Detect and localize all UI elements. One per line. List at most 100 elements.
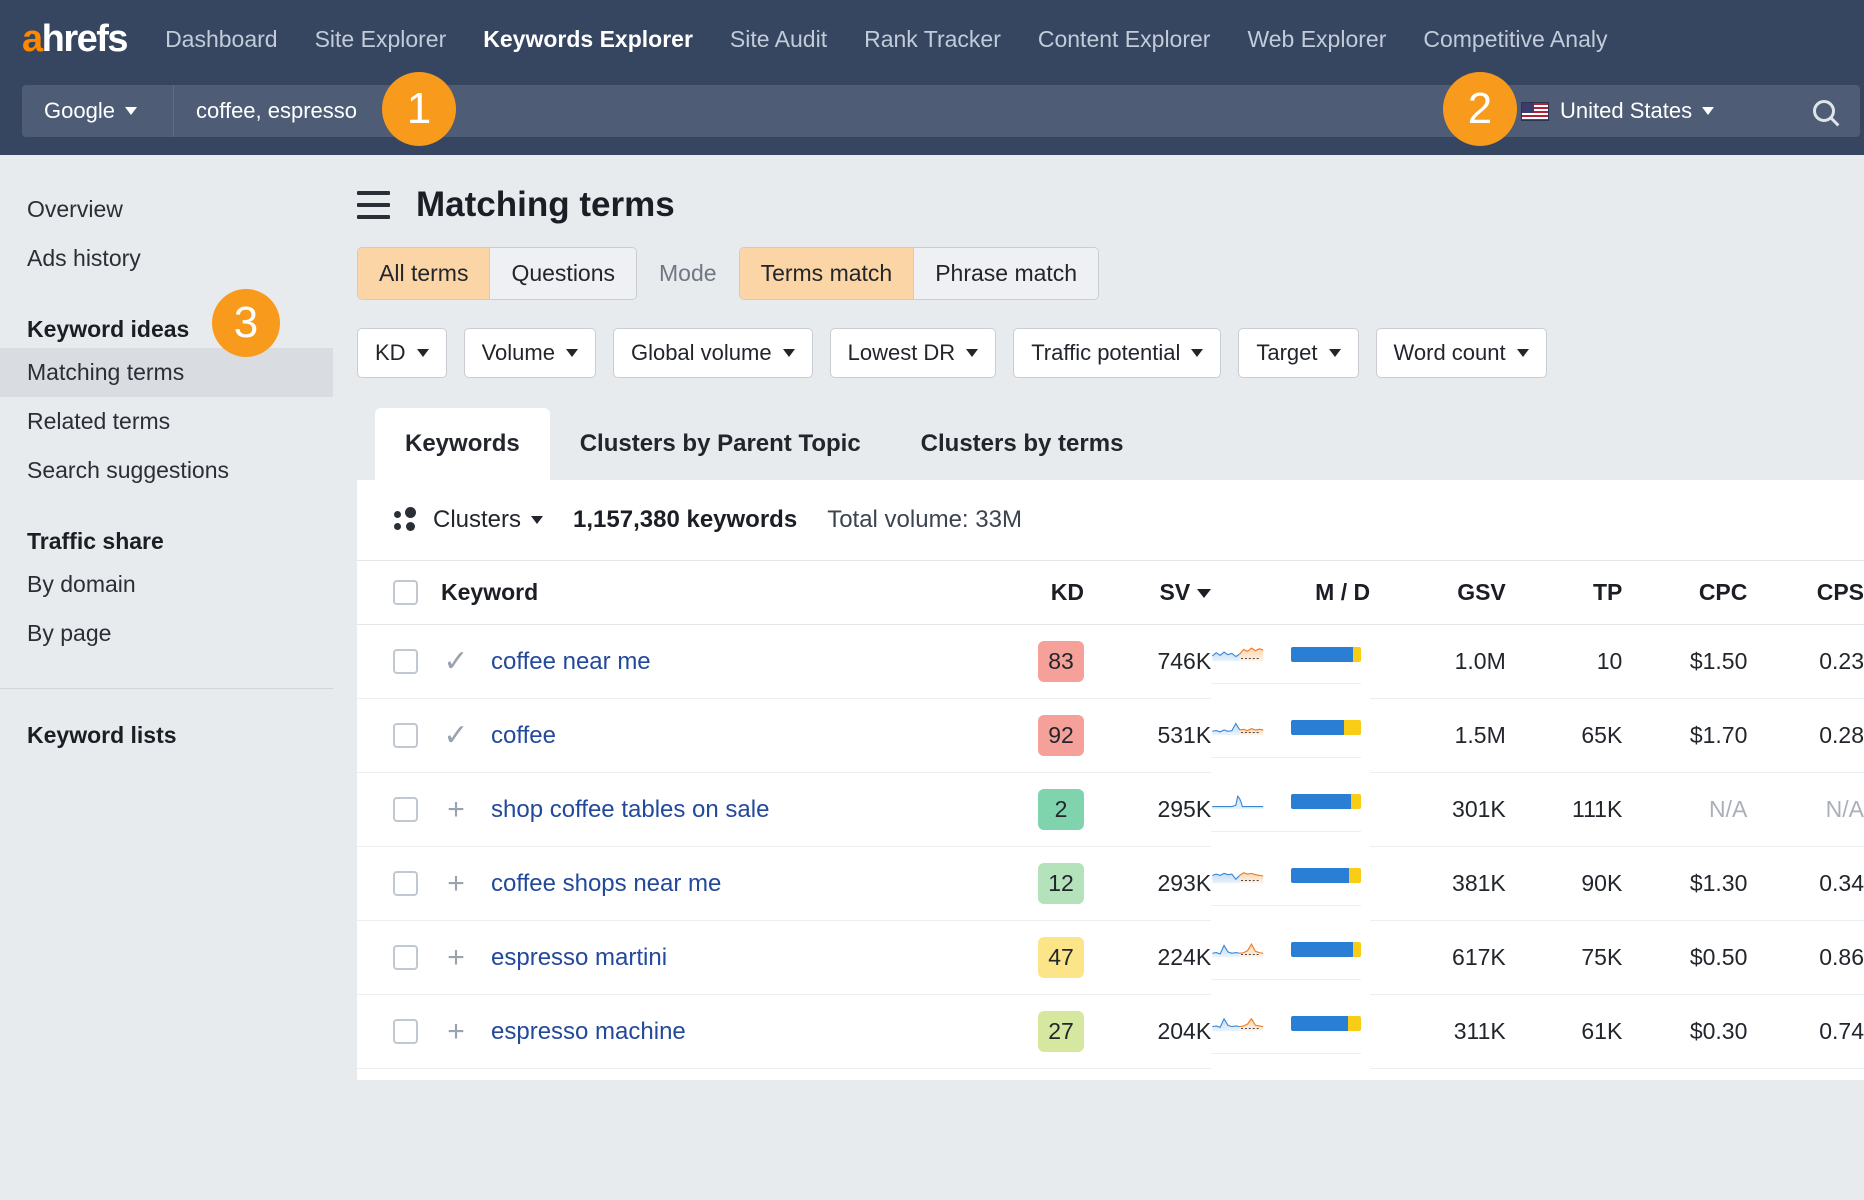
cell-md (1211, 847, 1361, 906)
sidebar-item-matching-terms[interactable]: Matching terms (0, 348, 333, 397)
keyword-link[interactable]: coffee shops near me (491, 870, 721, 898)
keyword-link[interactable]: coffee near me (491, 648, 651, 676)
column-header-kd[interactable]: KD (993, 561, 1084, 625)
ahrefs-logo[interactable]: ahrefs (22, 18, 127, 61)
cell-kd: 47 (993, 921, 1084, 995)
tab-clusters-by-parent-topic[interactable]: Clusters by Parent Topic (550, 408, 891, 480)
keywords-input[interactable]: coffee, espresso (174, 85, 1498, 137)
keyword-link[interactable]: espresso martini (491, 944, 667, 972)
logo-letter-a: a (22, 18, 42, 60)
row-checkbox[interactable] (393, 1019, 418, 1044)
sidebar-item-related-terms[interactable]: Related terms (0, 397, 333, 446)
country-selector[interactable]: United States (1498, 85, 1788, 137)
nav-item-rank-tracker[interactable]: Rank Tracker (864, 26, 1001, 53)
sidebar-heading-keyword-ideas: Keyword ideas (0, 305, 333, 348)
cell-keyword: + shop coffee tables on sale (357, 773, 993, 847)
chevron-down-icon (966, 349, 978, 357)
toggle-phrase-match[interactable]: Phrase match (914, 248, 1098, 299)
mobile-desktop-bar (1291, 868, 1361, 883)
table-row: ✓ coffee 92 531K (357, 699, 1864, 773)
page-header: Matching terms (357, 155, 1864, 247)
md-bar-desktop (1349, 868, 1361, 883)
country-label: United States (1560, 98, 1692, 124)
chevron-down-icon (125, 107, 137, 115)
row-checkbox[interactable] (393, 871, 418, 896)
sidebar-item-overview[interactable]: Overview (0, 185, 333, 234)
row-checkbox[interactable] (393, 649, 418, 674)
row-checkbox[interactable] (393, 945, 418, 970)
nav-item-competitive-analysis[interactable]: Competitive Analy (1423, 26, 1607, 53)
plus-icon[interactable]: + (441, 1017, 471, 1047)
results-summary-row: Clusters 1,157,380 keywords Total volume… (357, 480, 1864, 560)
sidebar-heading-keyword-lists: Keyword lists (0, 711, 333, 754)
sidebar-item-by-page[interactable]: By page (0, 609, 333, 658)
keyword-link[interactable]: shop coffee tables on sale (491, 796, 769, 824)
filter-target-label: Target (1256, 340, 1317, 366)
terms-toggle-group: All terms Questions (357, 247, 637, 300)
column-header-md[interactable]: M / D (1211, 561, 1370, 625)
search-engine-selector[interactable]: Google (22, 85, 174, 137)
page-body: Overview Ads history Keyword ideas Match… (0, 155, 1864, 1200)
keyword-link[interactable]: coffee (491, 722, 556, 750)
cell-keyword: ✓ coffee near me (357, 625, 993, 699)
column-header-tp[interactable]: TP (1506, 561, 1623, 625)
cell-cps: 0.28 (1747, 699, 1864, 773)
cell-sv: 531K (1084, 699, 1211, 773)
keyword-link[interactable]: espresso machine (491, 1018, 686, 1046)
column-header-cpc[interactable]: CPC (1622, 561, 1747, 625)
nav-item-site-explorer[interactable]: Site Explorer (315, 26, 447, 53)
check-icon[interactable]: ✓ (441, 647, 471, 677)
check-icon[interactable]: ✓ (441, 721, 471, 751)
filter-volume[interactable]: Volume (464, 328, 596, 378)
nav-item-dashboard[interactable]: Dashboard (165, 26, 278, 53)
nav-item-content-explorer[interactable]: Content Explorer (1038, 26, 1211, 53)
filter-word-count[interactable]: Word count (1376, 328, 1547, 378)
md-bar-desktop (1353, 647, 1361, 662)
filter-traffic-potential[interactable]: Traffic potential (1013, 328, 1221, 378)
row-checkbox[interactable] (393, 797, 418, 822)
row-checkbox[interactable] (393, 723, 418, 748)
chevron-down-icon[interactable] (531, 516, 543, 524)
hamburger-icon[interactable] (357, 191, 390, 219)
filter-lowest-dr[interactable]: Lowest DR (830, 328, 997, 378)
keywords-table: Keyword KD SV M / D GSV TP CPC CPS (357, 560, 1864, 1069)
nav-item-site-audit[interactable]: Site Audit (730, 26, 827, 53)
filter-kd[interactable]: KD (357, 328, 447, 378)
filter-global-volume[interactable]: Global volume (613, 328, 813, 378)
search-button[interactable] (1788, 85, 1860, 137)
filter-target[interactable]: Target (1238, 328, 1358, 378)
cell-md (1211, 773, 1361, 832)
cell-md (1211, 699, 1361, 758)
column-header-gsv[interactable]: GSV (1370, 561, 1506, 625)
clusters-dropdown-label[interactable]: Clusters (433, 506, 521, 534)
table-row: ✓ coffee near me 83 746K (357, 625, 1864, 699)
nav-item-keywords-explorer[interactable]: Keywords Explorer (483, 26, 693, 53)
plus-icon[interactable]: + (441, 795, 471, 825)
sidebar-item-by-domain[interactable]: By domain (0, 560, 333, 609)
filter-volume-label: Volume (482, 340, 555, 366)
column-header-sv[interactable]: SV (1084, 561, 1211, 625)
cell-tp: 10 (1506, 625, 1623, 699)
nav-item-web-explorer[interactable]: Web Explorer (1247, 26, 1386, 53)
sparkline-chart (1211, 937, 1265, 963)
toggle-terms-match[interactable]: Terms match (740, 248, 915, 299)
column-header-cps[interactable]: CPS (1747, 561, 1864, 625)
cell-cpc: N/A (1622, 773, 1747, 847)
sidebar-item-ads-history[interactable]: Ads history (0, 234, 333, 283)
toggle-questions[interactable]: Questions (490, 248, 636, 299)
plus-icon[interactable]: + (441, 869, 471, 899)
sparkline-chart (1211, 863, 1265, 889)
tab-clusters-by-terms[interactable]: Clusters by terms (891, 408, 1154, 480)
column-header-keyword[interactable]: Keyword (357, 561, 993, 625)
results-tabs: Keywords Clusters by Parent Topic Cluste… (357, 408, 1864, 480)
mobile-desktop-bar (1291, 647, 1361, 662)
kd-badge: 47 (1038, 937, 1084, 978)
chevron-down-icon (1702, 107, 1714, 115)
sidebar-item-search-suggestions[interactable]: Search suggestions (0, 446, 333, 495)
plus-icon[interactable]: + (441, 943, 471, 973)
select-all-checkbox[interactable] (393, 580, 418, 605)
cell-md (1211, 921, 1361, 980)
tab-keywords[interactable]: Keywords (375, 408, 550, 480)
toggle-all-terms[interactable]: All terms (358, 248, 490, 299)
sparkline-chart (1211, 789, 1265, 815)
